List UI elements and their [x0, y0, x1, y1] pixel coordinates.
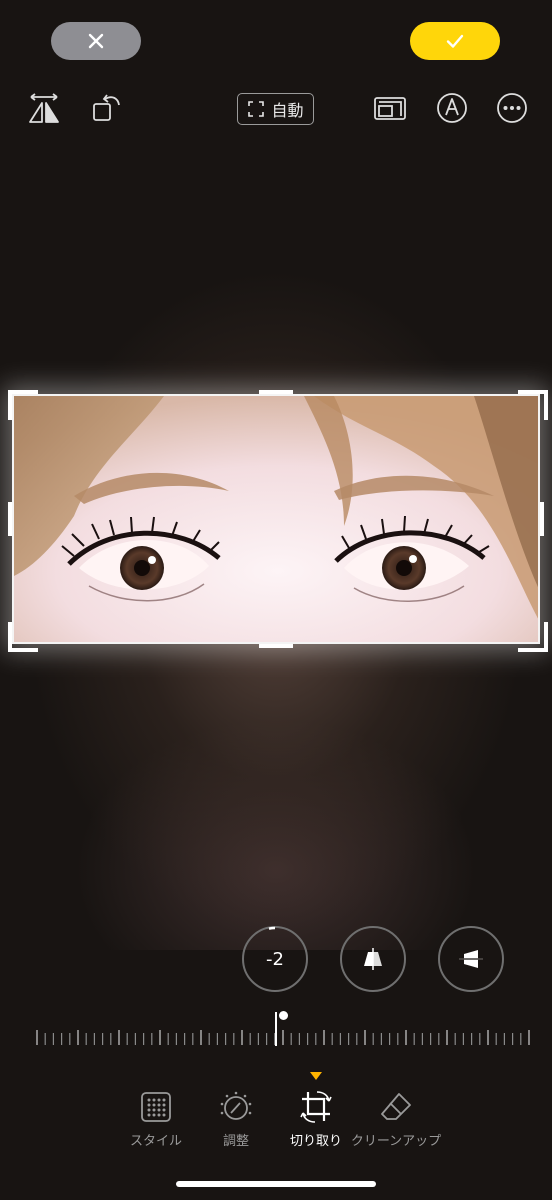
rotate-button[interactable] [89, 90, 125, 126]
more-button[interactable] [494, 90, 530, 126]
markup-button[interactable] [434, 90, 470, 126]
xmark-icon [88, 33, 104, 49]
eraser-icon [381, 1093, 411, 1120]
crop-edge-top[interactable] [259, 390, 293, 394]
style-grid-icon [141, 1092, 171, 1122]
crop-rotate-icon [300, 1091, 332, 1123]
vertical-perspective-button[interactable] [340, 926, 406, 992]
aspect-ratio-button[interactable] [372, 90, 408, 126]
auto-label: 自動 [271, 101, 304, 120]
tab-cleanup[interactable]: クリーンアップ [346, 1090, 446, 1149]
crop-corner-bottom-left[interactable] [8, 622, 38, 652]
photo-eyes [14, 396, 538, 642]
horizontal-perspective-button[interactable] [438, 926, 504, 992]
crop-edge-left[interactable] [8, 502, 12, 536]
tab-cleanup-label: クリーンアップ [350, 1134, 442, 1149]
more-icon [497, 93, 527, 123]
flip-button[interactable] [26, 90, 62, 126]
done-button[interactable] [410, 22, 500, 60]
crop-edge-bottom[interactable] [259, 644, 293, 648]
adjust-dial-icon [220, 1091, 252, 1120]
crop-corner-bottom-right[interactable] [518, 622, 548, 652]
crop-corner-top-left[interactable] [8, 390, 38, 420]
auto-button[interactable]: 自動 [237, 93, 314, 125]
crop-edge-right[interactable] [540, 502, 544, 536]
auto-crop-icon [248, 101, 265, 117]
vertical-perspective-icon [364, 948, 382, 970]
active-tab-indicator [310, 1072, 322, 1080]
straighten-button[interactable]: -2 [242, 926, 308, 992]
markup-pen-icon [437, 93, 467, 123]
cancel-button[interactable] [51, 22, 141, 60]
home-indicator [176, 1181, 376, 1187]
aspect-ratio-icon [374, 97, 406, 120]
ruler-zero-dot [279, 1011, 288, 1020]
checkmark-icon [446, 34, 464, 48]
crop-frame[interactable] [12, 394, 540, 644]
horizontal-perspective-icon [459, 950, 483, 968]
rotate-icon [93, 94, 120, 121]
straighten-progress-arc [268, 926, 276, 930]
straighten-ruler[interactable] [0, 1010, 552, 1050]
flip-horizontal-icon [29, 93, 59, 123]
crop-corner-top-right[interactable] [518, 390, 548, 420]
